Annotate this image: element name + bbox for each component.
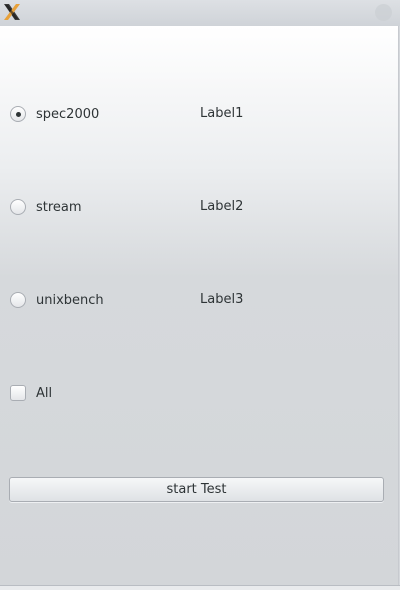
start-test-button[interactable]: start Test (9, 477, 384, 502)
radio-stream[interactable] (10, 199, 26, 215)
option-label: stream (36, 199, 82, 215)
option-spec2000[interactable]: spec2000 (10, 104, 99, 124)
x11-logo-icon[interactable] (2, 2, 22, 22)
all-option[interactable]: All (10, 383, 52, 403)
option-stream[interactable]: stream (10, 197, 82, 217)
app-window: spec2000 Label1 stream Label2 unixbench … (0, 0, 400, 590)
option-label: spec2000 (36, 106, 100, 122)
label1: Label1 (200, 106, 244, 121)
label2: Label2 (200, 199, 244, 214)
all-checkbox[interactable] (10, 385, 26, 401)
window-bottom-edge (0, 585, 400, 590)
radio-spec2000[interactable] (10, 106, 26, 122)
all-checkbox-label: All (36, 385, 53, 401)
close-icon[interactable] (375, 4, 392, 21)
title-bar (0, 0, 400, 26)
option-label: unixbench (36, 292, 104, 308)
label3: Label3 (200, 292, 244, 307)
radio-unixbench[interactable] (10, 292, 26, 308)
option-unixbench[interactable]: unixbench (10, 290, 104, 310)
